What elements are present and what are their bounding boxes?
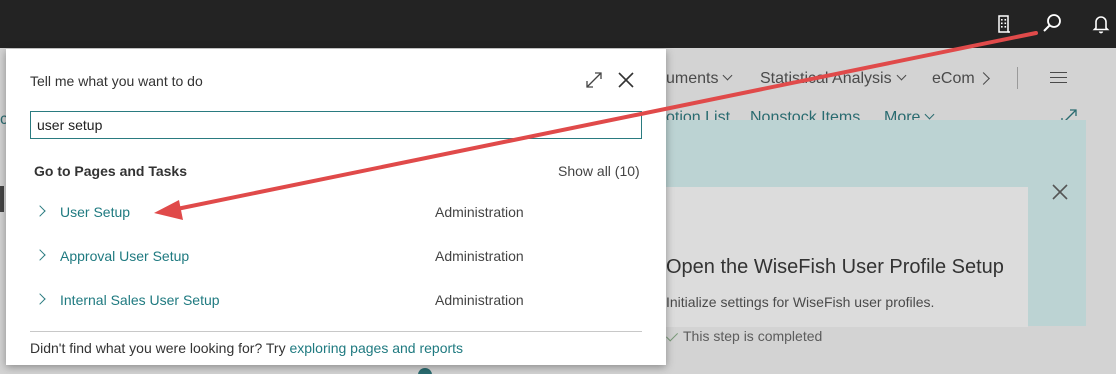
result-link[interactable]: User Setup [60,204,130,220]
chevron-right-icon[interactable] [977,72,990,85]
nav-statistical-analysis[interactable]: Statistical Analysis [760,70,907,88]
checkmark-icon [665,329,679,342]
nav-documents[interactable]: uments [666,70,733,88]
search-input[interactable] [30,111,642,139]
explore-pages-link[interactable]: exploring pages and reports [289,340,463,356]
nav-ecommerce[interactable]: eCom [932,70,976,88]
card-status: This step is completed [665,328,822,344]
bell-icon[interactable] [1089,12,1113,36]
result-row[interactable]: Approval User Setup Administration [6,238,666,274]
nav-divider [1017,67,1018,89]
top-bar [0,0,1116,48]
search-icon[interactable] [1040,12,1064,36]
chevron-right-icon [34,293,46,305]
card-title[interactable]: Open the WiseFish User Profile Setup [666,256,1004,279]
left-edge-mark [0,186,4,212]
result-link[interactable]: Internal Sales User Setup [60,292,220,308]
dialog-title: Tell me what you want to do [30,73,203,89]
close-icon[interactable] [1050,182,1070,202]
chevron-down-icon [925,109,935,120]
expand-icon[interactable] [585,71,603,89]
result-row[interactable]: User Setup Administration [6,194,666,230]
tell-me-dialog: Tell me what you want to do Go to Pages … [6,49,666,365]
show-all-link[interactable]: Show all (10) [558,163,640,179]
result-category: Administration [435,248,524,264]
chevron-down-icon [896,70,907,81]
result-category: Administration [435,204,524,220]
chevron-down-icon [723,70,733,81]
close-icon[interactable] [616,70,636,90]
footer-text: Didn't find what you were looking for? T… [30,340,464,356]
company-icon[interactable] [992,12,1016,36]
chevron-right-icon [34,249,46,261]
chevron-right-icon [34,205,46,217]
result-category: Administration [435,292,524,308]
result-link[interactable]: Approval User Setup [60,248,189,264]
result-row[interactable]: Internal Sales User Setup Administration [6,282,666,318]
divider [30,331,642,332]
hamburger-menu-icon[interactable] [1050,72,1067,83]
card-subtitle: Initialize settings for WiseFish user pr… [666,294,935,310]
section-title: Go to Pages and Tasks [34,163,188,179]
